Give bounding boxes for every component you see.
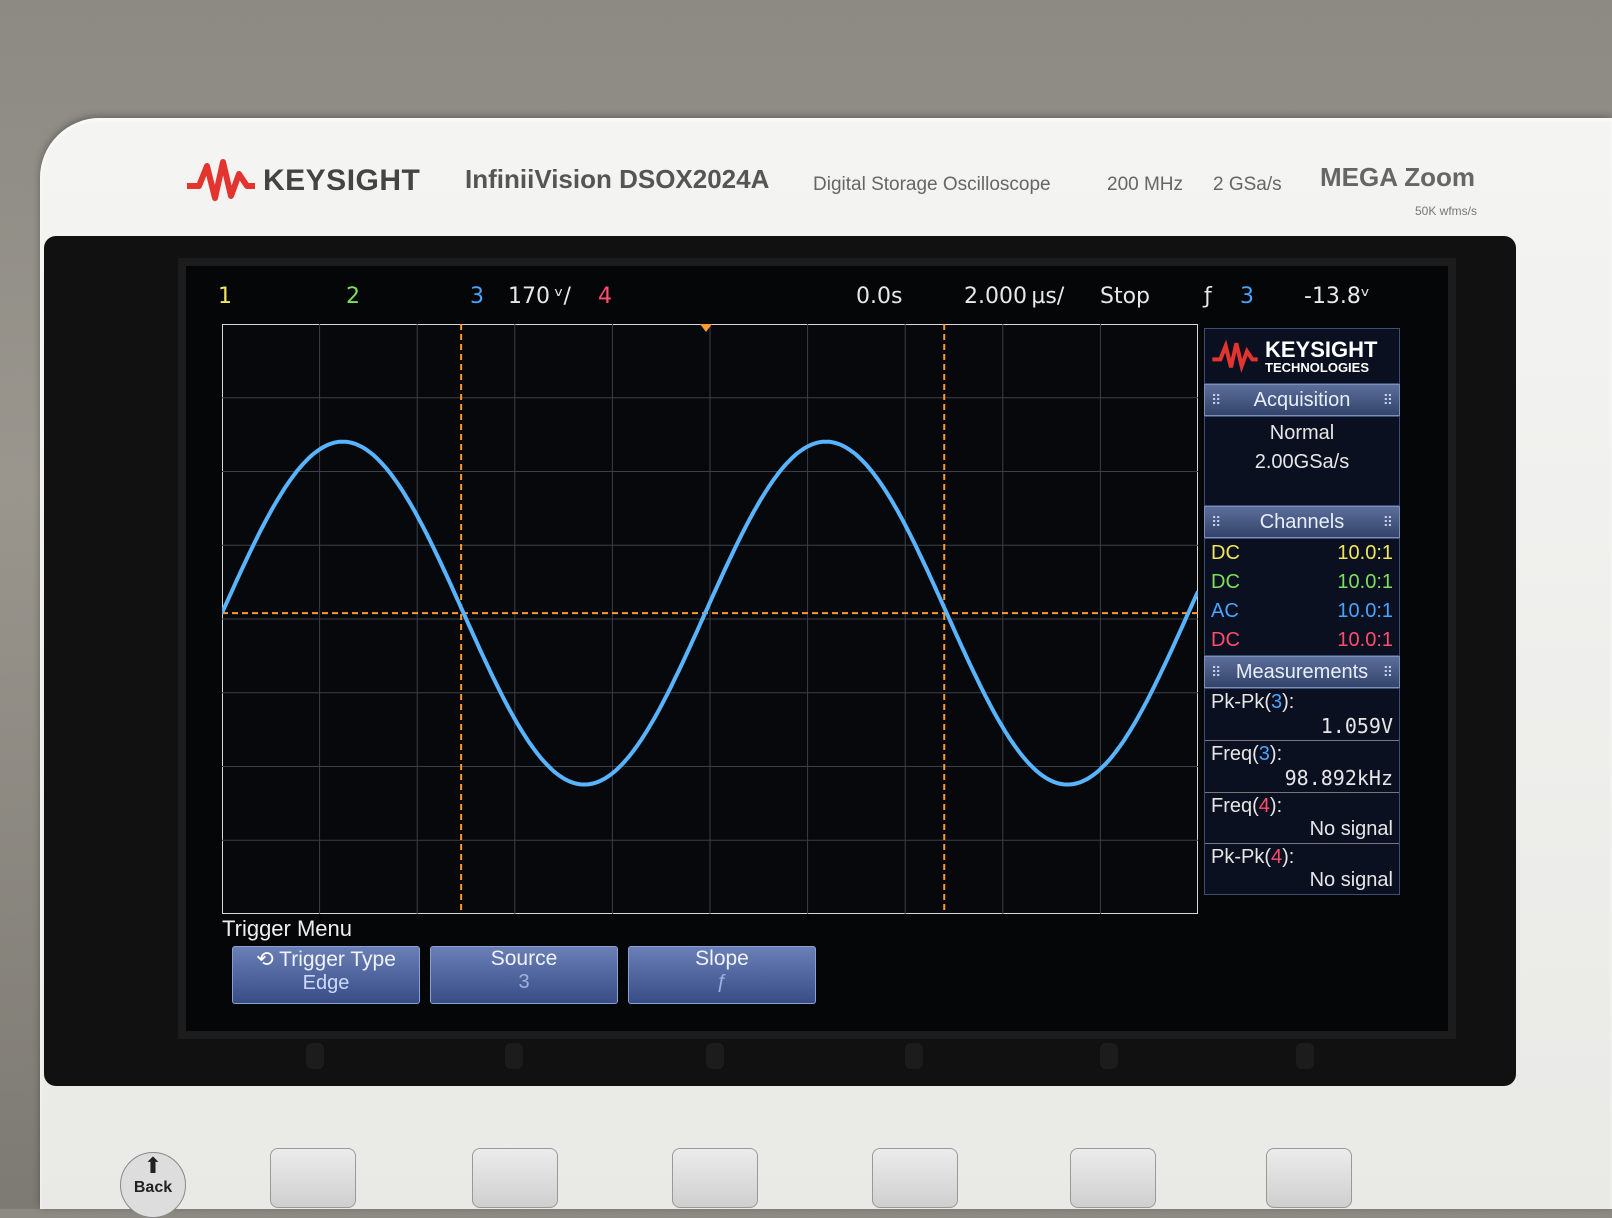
front-panel-label-strip: KEYSIGHT InfiniiVision DSOX2024A Digital…: [165, 132, 1520, 232]
side-logo-line1: KEYSIGHT: [1265, 336, 1378, 362]
softkey-notch: [706, 1043, 724, 1069]
softkey-1-button[interactable]: [270, 1148, 356, 1208]
measurement-value: No signal: [1309, 818, 1393, 840]
ch1-indicator[interactable]: 1: [218, 284, 232, 309]
grip-icon: ⠿: [1382, 664, 1393, 680]
side-panel: KEYSIGHT TECHNOLOGIES ⠿ Acquisition ⠿ No…: [1204, 328, 1400, 895]
display-screen: 1 2 3 170 ᵛ/ 4 0.0s 2.000 µs/ Stop ƒ 3 -…: [178, 258, 1456, 1039]
ch4-indicator[interactable]: 4: [598, 284, 612, 309]
softkey-notch: [1296, 1043, 1314, 1069]
grip-icon: ⠿: [1211, 392, 1222, 408]
model-name: InfiniiVision DSOX2024A: [465, 164, 770, 194]
softkey-slope[interactable]: Slope ƒ: [628, 946, 816, 1004]
acquisition-header[interactable]: ⠿ Acquisition ⠿: [1204, 384, 1400, 416]
grip-icon: ⠿: [1382, 392, 1393, 408]
softkey-6-button[interactable]: [1266, 1148, 1352, 1208]
status-bar: 1 2 3 170 ᵛ/ 4 0.0s 2.000 µs/ Stop ƒ 3 -…: [186, 266, 1448, 326]
channel-row[interactable]: AC 10.0:1: [1205, 597, 1399, 626]
ch2-indicator[interactable]: 2: [346, 284, 360, 309]
side-logo-line2: TECHNOLOGIES: [1265, 359, 1370, 375]
time-scale: 2.000 µs/: [964, 284, 1065, 309]
back-button[interactable]: ⬆ Back: [120, 1152, 186, 1218]
softkey-trigger-type[interactable]: ⟲ Trigger Type Edge: [232, 946, 420, 1004]
channels-header[interactable]: ⠿ Channels ⠿: [1204, 506, 1400, 538]
brand-name: KEYSIGHT: [263, 164, 421, 197]
ch3-scale: 170 ᵛ/: [508, 284, 571, 309]
measurements-header[interactable]: ⠿ Measurements ⠿: [1204, 656, 1400, 688]
waveform-plot: 3: [192, 323, 1200, 915]
channel-row[interactable]: DC 10.0:1: [1205, 568, 1399, 597]
menu-title: Trigger Menu: [222, 916, 353, 941]
grip-icon: ⠿: [1211, 664, 1222, 680]
measurement-value: 1.059V: [1320, 714, 1393, 738]
acquisition-mode: Normal: [1269, 422, 1335, 444]
product-description: Digital Storage Oscilloscope: [813, 174, 1051, 195]
sample-rate-label: 2 GSa/s: [1213, 174, 1282, 195]
softkey-4-button[interactable]: [872, 1148, 958, 1208]
measurement-value: No signal: [1309, 869, 1393, 891]
megazoom-logo: MEGA Zoom: [1320, 162, 1476, 192]
softkey-5-button[interactable]: [1070, 1148, 1156, 1208]
grip-icon: ⠿: [1382, 514, 1393, 530]
waveform-graticule[interactable]: 3: [192, 323, 1200, 915]
run-state: Stop: [1100, 284, 1151, 309]
measurement-item[interactable]: Pk-Pk(4): No signal: [1205, 844, 1399, 894]
keysight-wave-icon: [187, 159, 255, 201]
channels-body: DC 10.0:1 DC 10.0:1 AC 10.0:1 DC 10.0:1: [1204, 538, 1400, 656]
softkey-notch: [306, 1043, 324, 1069]
bandwidth-label: 200 MHz: [1107, 174, 1184, 195]
softkey-source[interactable]: Source 3: [430, 946, 618, 1004]
channel-row[interactable]: DC 10.0:1: [1205, 626, 1399, 655]
measurements-body: Pk-Pk(3): 1.059V Freq(3): 98.892kHz Freq…: [1204, 688, 1400, 895]
measurement-item[interactable]: Pk-Pk(3): 1.059V: [1205, 689, 1399, 741]
acquisition-body: Normal 2.00GSa/s: [1204, 416, 1400, 506]
up-arrow-icon: ⬆: [143, 1153, 163, 1178]
softkey-notch: [505, 1043, 523, 1069]
trigger-slope-icon: ƒ: [1204, 284, 1212, 309]
trigger-source: 3: [1240, 284, 1254, 309]
time-offset: 0.0s: [856, 284, 903, 309]
channel-row[interactable]: DC 10.0:1: [1205, 539, 1399, 568]
trigger-level: -13.8ᵛ: [1304, 284, 1371, 309]
softkey-notch: [905, 1043, 923, 1069]
measurement-value: 98.892kHz: [1284, 766, 1393, 790]
brand-logo: KEYSIGHT: [185, 156, 420, 206]
measurement-item[interactable]: Freq(3): 98.892kHz: [1205, 741, 1399, 793]
side-logo: KEYSIGHT TECHNOLOGIES: [1204, 328, 1400, 384]
megazoom-subtitle: 50K wfms/s: [1415, 204, 1478, 218]
softkey-2-button[interactable]: [472, 1148, 558, 1208]
rotate-icon: ⟲: [256, 948, 274, 971]
keysight-wave-icon: [1212, 339, 1258, 373]
grip-icon: ⠿: [1211, 514, 1222, 530]
softkey-3-button[interactable]: [672, 1148, 758, 1208]
ch3-indicator[interactable]: 3: [470, 284, 484, 309]
softkey-notch: [1100, 1043, 1118, 1069]
acquisition-rate: 2.00GSa/s: [1254, 451, 1350, 473]
measurement-item[interactable]: Freq(4): No signal: [1205, 793, 1399, 844]
